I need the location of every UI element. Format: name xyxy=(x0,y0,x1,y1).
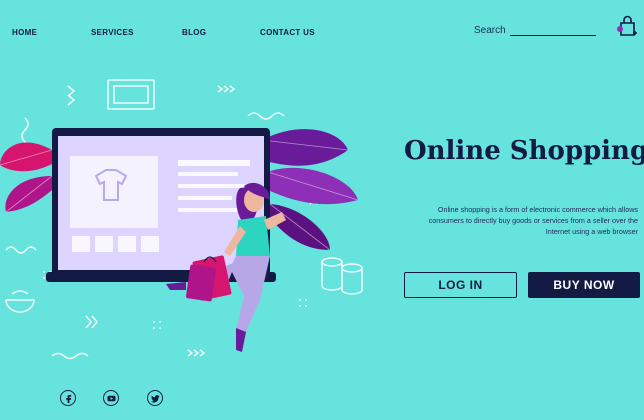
hero-title: Online Shopping xyxy=(404,136,644,166)
facebook-icon[interactable] xyxy=(60,390,76,406)
search-label: Search xyxy=(474,25,506,36)
login-button[interactable]: LOG IN xyxy=(404,272,517,298)
hero-description: Online shopping is a form of electronic … xyxy=(428,205,638,236)
buy-now-button[interactable]: BUY NOW xyxy=(528,272,640,298)
shopping-illustration xyxy=(0,79,363,360)
search-field[interactable]: Search xyxy=(474,25,596,36)
search-underline xyxy=(509,28,596,36)
shopping-bag-icon[interactable] xyxy=(615,14,639,38)
twitter-icon[interactable] xyxy=(147,390,163,406)
youtube-icon[interactable] xyxy=(103,390,119,406)
